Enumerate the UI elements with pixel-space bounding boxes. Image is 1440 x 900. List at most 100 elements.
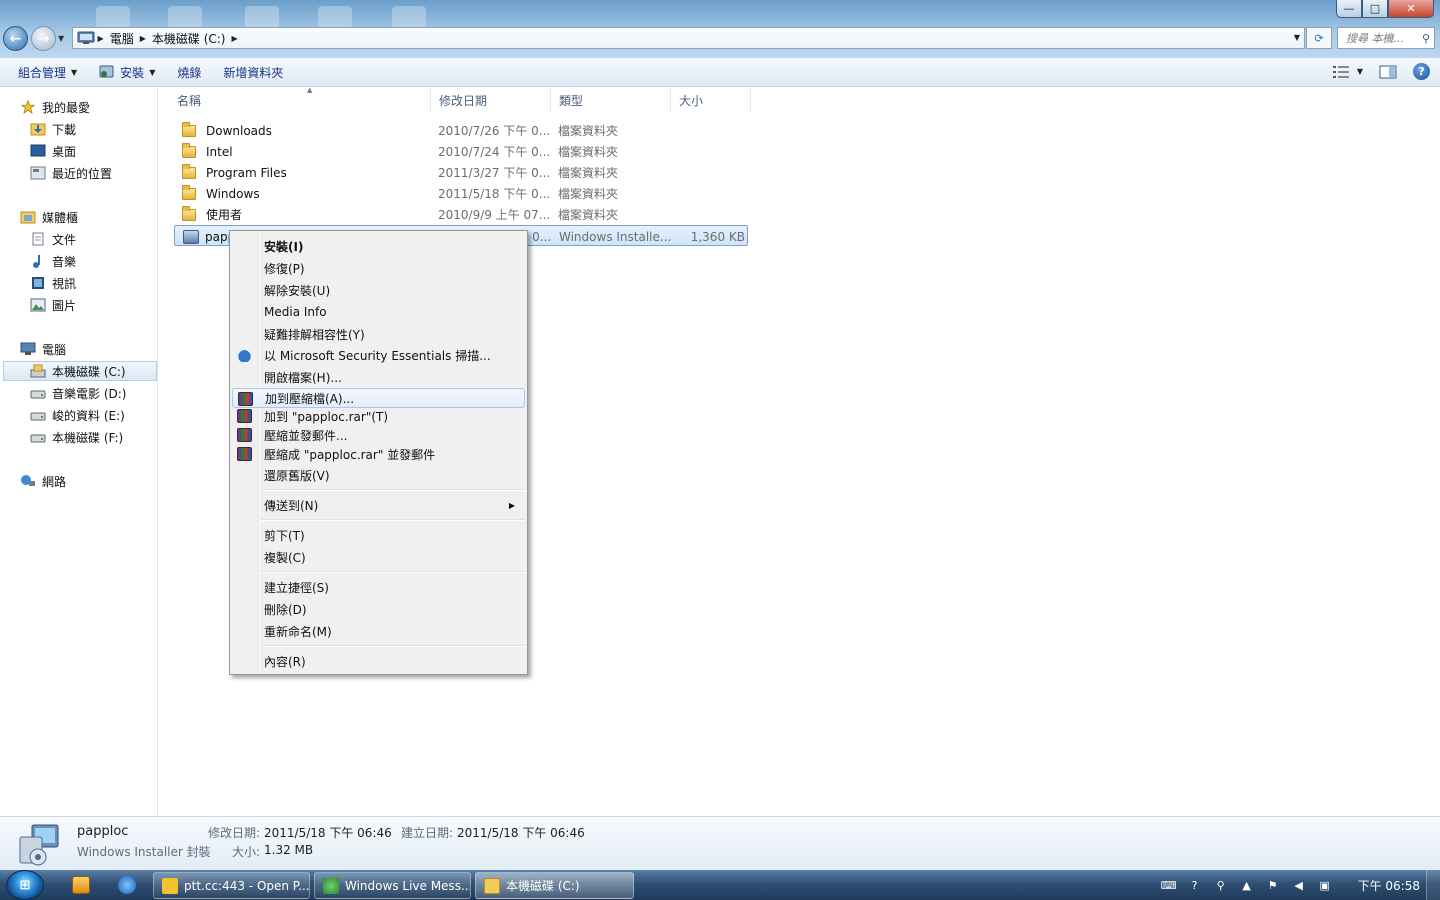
- nav-drive-d[interactable]: 音樂電影 (D:): [0, 383, 158, 403]
- table-row[interactable]: Windows 2011/5/18 下午 0... 檔案資料夾: [174, 183, 748, 204]
- column-label: 名稱: [177, 93, 202, 108]
- network-tray-icon[interactable]: ▣: [1318, 878, 1332, 892]
- install-button[interactable]: 安裝 ▼: [88, 58, 166, 86]
- menu-item-rename[interactable]: 重新命名(M): [232, 621, 525, 641]
- column-header-name[interactable]: 名稱 ▲: [169, 86, 431, 112]
- clock[interactable]: 下午 06:58: [1358, 877, 1420, 894]
- nav-drive-c[interactable]: 本機磁碟 (C:): [3, 361, 157, 381]
- desktop-icon: [30, 144, 46, 157]
- menu-item-restore[interactable]: 還原舊版(V): [232, 465, 525, 485]
- media-player-icon[interactable]: [72, 876, 90, 894]
- taskbar-item-ptt[interactable]: ptt.cc:443 - Open P...: [153, 872, 310, 899]
- table-row[interactable]: Program Files 2011/3/27 下午 0... 檔案資料夾: [174, 162, 748, 183]
- breadcrumb-drive-c[interactable]: 本機磁碟 (C:): [146, 30, 232, 47]
- help-icon[interactable]: ?: [1413, 63, 1430, 80]
- nav-videos[interactable]: 視訊: [0, 273, 158, 293]
- table-row[interactable]: Intel 2010/7/24 下午 0... 檔案資料夾: [174, 141, 748, 162]
- menu-item-uninstall[interactable]: 解除安裝(U): [232, 280, 525, 300]
- nav-computer[interactable]: 電腦: [0, 339, 158, 359]
- menu-item-send-to[interactable]: 傳送到(N) ▶: [232, 495, 525, 515]
- menu-item-add-archive[interactable]: 加到壓縮檔(A)...: [232, 388, 525, 408]
- nav-recent[interactable]: 最近的位置: [0, 163, 158, 183]
- internet-explorer-icon[interactable]: [118, 876, 136, 894]
- file-size: 1,360 KB: [690, 229, 745, 244]
- menu-item-repair[interactable]: 修復(P): [232, 258, 525, 278]
- minimize-button[interactable]: —: [1336, 0, 1362, 18]
- search-input[interactable]: 搜尋 本機... ⚲: [1337, 27, 1435, 49]
- search-placeholder: 搜尋 本機...: [1346, 32, 1404, 45]
- file-size: [674, 204, 744, 225]
- network-icon: [21, 475, 35, 486]
- keyboard-icon[interactable]: ⌨: [1161, 878, 1177, 892]
- window-controls: — □ ✕: [1336, 0, 1434, 18]
- menu-label: 安裝(I): [264, 239, 304, 254]
- menu-item-shortcut[interactable]: 建立捷徑(S): [232, 577, 525, 597]
- usb-icon[interactable]: ⚲: [1214, 878, 1228, 892]
- menu-item-mse-scan[interactable]: 以 Microsoft Security Essentials 掃描...: [232, 345, 525, 365]
- refresh-button[interactable]: ⟳: [1306, 27, 1332, 49]
- show-hidden-icons-icon[interactable]: ▲: [1240, 878, 1254, 892]
- menu-item-troubleshoot[interactable]: 疑難排解相容性(Y): [232, 324, 525, 344]
- arrow-left-icon: ←: [9, 30, 22, 47]
- nav-drive-f[interactable]: 本機磁碟 (F:): [0, 427, 158, 447]
- nav-pictures[interactable]: 圖片: [0, 295, 158, 315]
- table-row[interactable]: 使用者 2010/9/9 上午 07... 檔案資料夾: [174, 204, 748, 225]
- column-header-date[interactable]: 修改日期: [431, 88, 551, 112]
- show-desktop-button[interactable]: [1426, 870, 1440, 900]
- menu-item-cut[interactable]: 剪下(T): [232, 525, 525, 545]
- nav-favorites[interactable]: 我的最愛: [0, 97, 158, 117]
- column-header-type[interactable]: 類型: [551, 88, 671, 112]
- nav-network[interactable]: 網路: [0, 471, 158, 491]
- start-button[interactable]: ⊞: [6, 870, 44, 900]
- nav-label: 最近的位置: [52, 166, 113, 181]
- nav-music[interactable]: 音樂: [0, 251, 158, 271]
- menu-item-properties[interactable]: 內容(R): [232, 651, 525, 671]
- glass-ghost: [392, 6, 426, 28]
- folder-icon: [182, 142, 196, 158]
- nav-label: 本機磁碟 (F:): [52, 430, 124, 445]
- taskbar-item-messenger[interactable]: Windows Live Mess...: [314, 872, 471, 899]
- close-button[interactable]: ✕: [1388, 0, 1434, 18]
- menu-item-add-rar[interactable]: 加到 "papploc.rar"(T): [232, 406, 525, 426]
- installer-icon: [183, 229, 199, 244]
- nav-desktop[interactable]: 桌面: [0, 141, 158, 161]
- menu-item-install[interactable]: 安裝(I): [232, 236, 525, 256]
- recent-pages-dropdown[interactable]: ▼: [58, 34, 64, 43]
- new-folder-button[interactable]: 新增資料夾: [212, 58, 294, 86]
- view-controls: ▼ ?: [1332, 63, 1430, 80]
- view-options-button[interactable]: ▼: [1332, 65, 1363, 78]
- nav-drive-e[interactable]: 峻的資料 (E:): [0, 405, 158, 425]
- menu-separator: [261, 571, 525, 573]
- nav-label: 我的最愛: [42, 100, 91, 115]
- forward-button[interactable]: →: [31, 26, 56, 51]
- nav-documents[interactable]: 文件: [0, 229, 158, 249]
- menu-item-compress-rar-email[interactable]: 壓縮成 "papploc.rar" 並發郵件: [232, 444, 525, 464]
- menu-item-delete[interactable]: 刪除(D): [232, 599, 525, 619]
- taskbar-item-explorer[interactable]: 本機磁碟 (C:): [475, 872, 634, 899]
- file-name: Program Files: [206, 165, 287, 180]
- address-bar[interactable]: ▶ 電腦 ▶ 本機磁碟 (C:) ▶ ▼: [72, 27, 1305, 49]
- column-header-size[interactable]: 大小: [671, 88, 751, 112]
- menu-item-open-file[interactable]: 開啟檔案(H)...: [232, 367, 525, 387]
- help-tray-icon[interactable]: ?: [1188, 878, 1202, 892]
- burn-button[interactable]: 燒錄: [166, 58, 212, 86]
- menu-item-compress-email[interactable]: 壓縮並發郵件...: [232, 425, 525, 445]
- table-row[interactable]: Downloads 2010/7/26 下午 0... 檔案資料夾: [174, 120, 748, 141]
- organize-button[interactable]: 組合管理 ▼: [0, 58, 88, 86]
- breadcrumb-computer[interactable]: 電腦: [104, 30, 140, 47]
- menu-item-media-info[interactable]: Media Info: [232, 302, 525, 322]
- preview-pane-icon[interactable]: [1379, 65, 1397, 79]
- menu-item-copy[interactable]: 複製(C): [232, 547, 525, 567]
- file-name: Intel: [206, 144, 233, 159]
- nav-libraries[interactable]: 媒體櫃: [0, 207, 158, 227]
- maximize-button[interactable]: □: [1362, 0, 1388, 18]
- menu-label: 重新命名(M): [264, 624, 332, 639]
- installer-icon: [99, 65, 114, 78]
- nav-downloads[interactable]: 下載: [0, 119, 158, 139]
- back-button[interactable]: ←: [3, 26, 28, 51]
- action-center-flag-icon[interactable]: ⚑: [1266, 878, 1280, 892]
- volume-icon[interactable]: ◀: [1292, 878, 1306, 892]
- nav-label: 桌面: [52, 144, 77, 159]
- chevron-down-icon[interactable]: ▼: [1294, 33, 1300, 42]
- security-essentials-icon: [237, 348, 252, 362]
